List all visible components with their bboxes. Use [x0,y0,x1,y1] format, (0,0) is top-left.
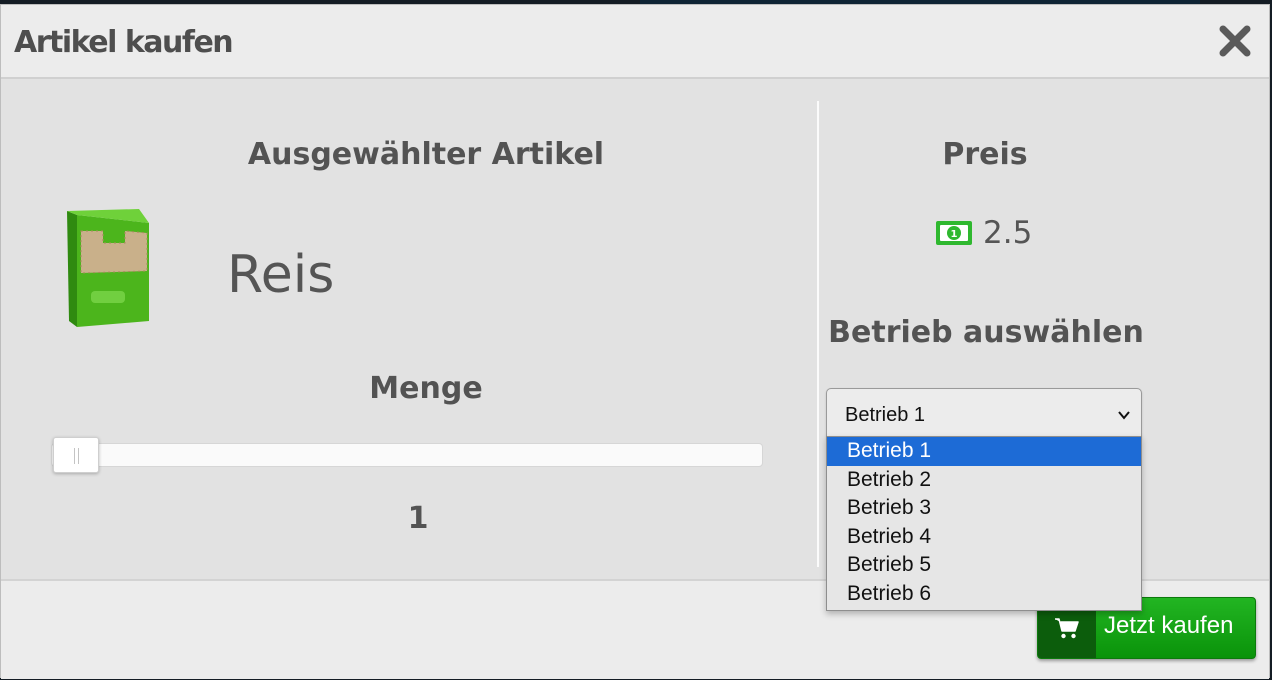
business-dropdown-list: Betrieb 1 Betrieb 2 Betrieb 3 Betrieb 4 … [826,436,1142,611]
quantity-slider-handle[interactable] [53,437,99,473]
dropdown-option-betrieb-2[interactable]: Betrieb 2 [827,466,1141,495]
dropdown-option-betrieb-4[interactable]: Betrieb 4 [827,523,1141,552]
modal-header: Artikel kaufen [1,5,1269,79]
cart-icon [1055,618,1079,639]
buy-now-label: Jetzt kaufen [1104,612,1234,639]
close-icon [1219,25,1251,57]
column-divider [817,101,819,567]
dropdown-option-betrieb-5[interactable]: Betrieb 5 [827,551,1141,580]
price-heading: Preis [942,137,1028,172]
price-row: 1 2.5 [935,213,1032,253]
business-select-value: Betrieb 1 [845,404,926,426]
quantity-value: 1 [407,501,429,536]
rice-package-icon [67,209,149,327]
money-bill-icon: 1 [936,221,972,245]
price-value: 2.5 [983,215,1033,251]
dropdown-option-betrieb-3[interactable]: Betrieb 3 [827,494,1141,523]
close-button[interactable] [1215,21,1255,61]
modal-title: Artikel kaufen [14,25,234,60]
selected-article-heading: Ausgewählter Artikel [247,137,605,172]
chevron-down-icon [1118,411,1130,420]
business-select-heading: Betrieb auswählen [828,315,1144,350]
dropdown-option-betrieb-1[interactable]: Betrieb 1 [827,437,1141,466]
product-name: Reis [227,245,335,305]
dropdown-option-betrieb-6[interactable]: Betrieb 6 [827,580,1141,609]
business-select[interactable]: Betrieb 1 [826,388,1142,442]
quantity-slider-track[interactable] [51,443,763,467]
svg-text:1: 1 [951,229,958,240]
quantity-heading: Menge [369,371,483,406]
